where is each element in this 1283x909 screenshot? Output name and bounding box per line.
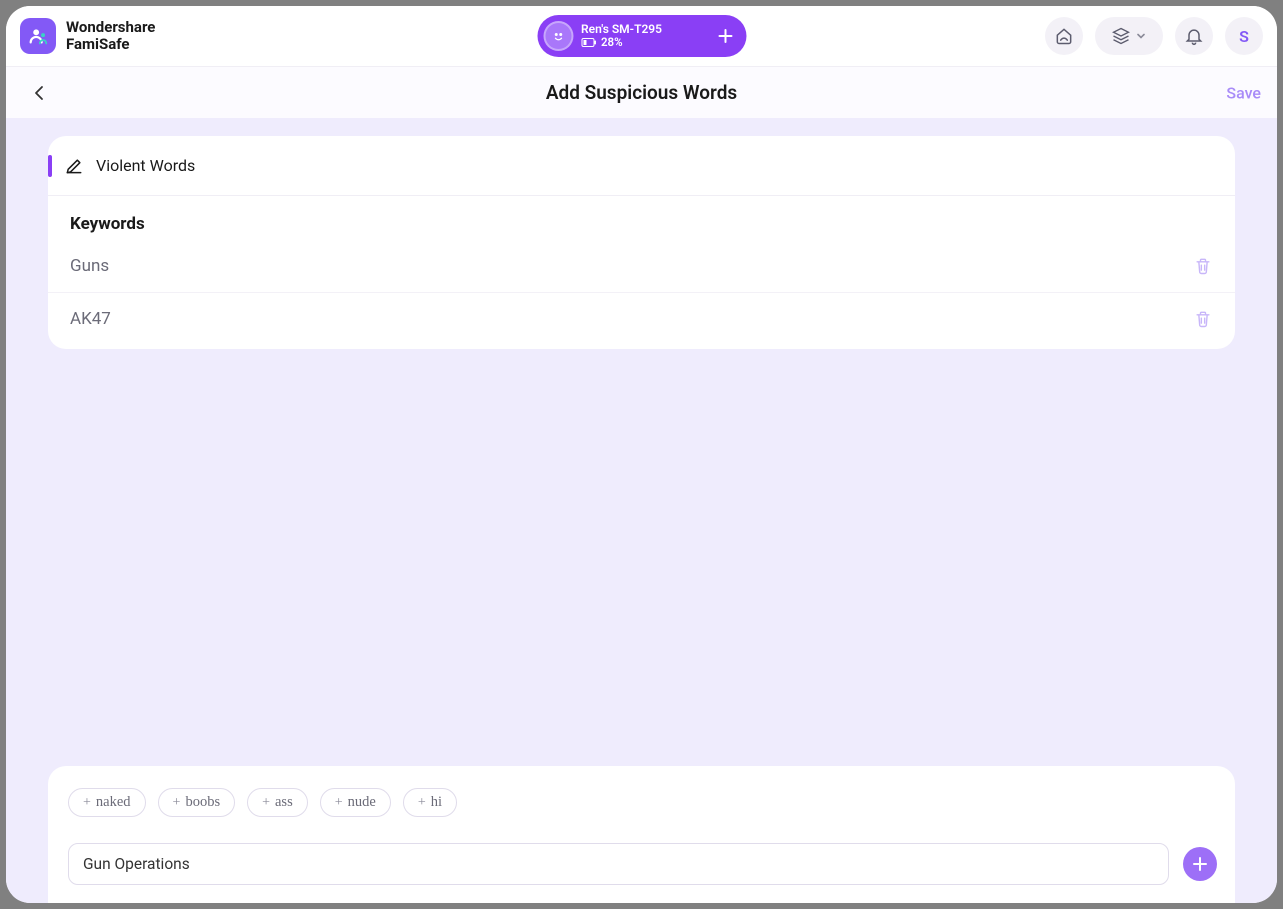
suggestion-chip[interactable]: + hi: [403, 788, 457, 817]
suggestion-chips: +naked+boobs+ass+nude+hi: [68, 788, 1217, 817]
brand-text: Wondershare FamiSafe: [66, 19, 155, 54]
save-button[interactable]: Save: [1226, 83, 1261, 102]
app-window: Wondershare FamiSafe Ren's SM-T295: [6, 6, 1277, 903]
suggestion-chip[interactable]: +boobs: [158, 788, 236, 817]
chip-label: nude: [348, 794, 376, 811]
add-device-button[interactable]: [710, 21, 740, 51]
back-button[interactable]: [26, 79, 54, 107]
chevron-down-icon: [1135, 30, 1147, 42]
device-info: Ren's SM-T295 28%: [581, 23, 702, 49]
bottom-panel: +naked+boobs+ass+nude+hi: [48, 766, 1235, 903]
input-row: [68, 843, 1217, 885]
chip-label: hi: [431, 794, 442, 811]
category-accent: [48, 155, 52, 177]
device-selector[interactable]: Ren's SM-T295 28%: [537, 15, 746, 57]
category-name: Violent Words: [96, 156, 195, 175]
plus-icon: +: [262, 795, 270, 811]
category-row[interactable]: Violent Words: [48, 136, 1235, 196]
content-area: Violent Words Keywords GunsAK47 +naked+b…: [6, 118, 1277, 903]
brand-line1: Wondershare: [66, 19, 155, 36]
add-keyword-button[interactable]: [1183, 847, 1217, 881]
trash-icon: [1193, 309, 1213, 329]
keywords-card: Violent Words Keywords Guns AK47: [48, 136, 1235, 349]
header-actions: S: [1045, 17, 1263, 55]
suggestion-chip[interactable]: + nude: [320, 788, 391, 817]
battery-icon: [581, 38, 596, 47]
plus-icon: +: [418, 795, 426, 811]
title-bar: Add Suspicious Words Save: [6, 66, 1277, 118]
layers-dropdown[interactable]: [1095, 17, 1163, 55]
suggestion-chip[interactable]: + ass: [247, 788, 308, 817]
user-avatar[interactable]: S: [1225, 17, 1263, 55]
chip-label: boobs: [185, 794, 220, 811]
brand-area[interactable]: Wondershare FamiSafe: [20, 18, 155, 54]
notifications-button[interactable]: [1175, 17, 1213, 55]
keyword-text: AK47: [70, 309, 111, 329]
page-title: Add Suspicious Words: [546, 81, 737, 104]
edit-icon: [64, 156, 84, 176]
keywords-list: Guns AK47: [48, 240, 1235, 349]
home-button[interactable]: [1045, 17, 1083, 55]
trash-icon: [1193, 256, 1213, 276]
app-header: Wondershare FamiSafe Ren's SM-T295: [6, 6, 1277, 66]
keywords-heading: Keywords: [48, 196, 1235, 240]
keyword-row: Guns: [48, 240, 1235, 293]
keyword-input[interactable]: [68, 843, 1169, 885]
plus-icon: +: [173, 795, 181, 811]
brand-line2: FamiSafe: [66, 36, 155, 53]
device-battery: 28%: [601, 36, 623, 49]
plus-icon: +: [83, 795, 91, 811]
suggestion-chip[interactable]: + naked: [68, 788, 146, 817]
layers-icon: [1111, 26, 1131, 46]
device-avatar-icon: [543, 21, 573, 51]
keyword-row: AK47: [48, 293, 1235, 349]
chip-label: ass: [275, 794, 293, 811]
delete-keyword-button[interactable]: [1193, 309, 1213, 329]
plus-icon: +: [335, 795, 343, 811]
delete-keyword-button[interactable]: [1193, 256, 1213, 276]
logo-icon: [20, 18, 56, 54]
keyword-text: Guns: [70, 256, 109, 276]
chip-label: naked: [96, 794, 131, 811]
